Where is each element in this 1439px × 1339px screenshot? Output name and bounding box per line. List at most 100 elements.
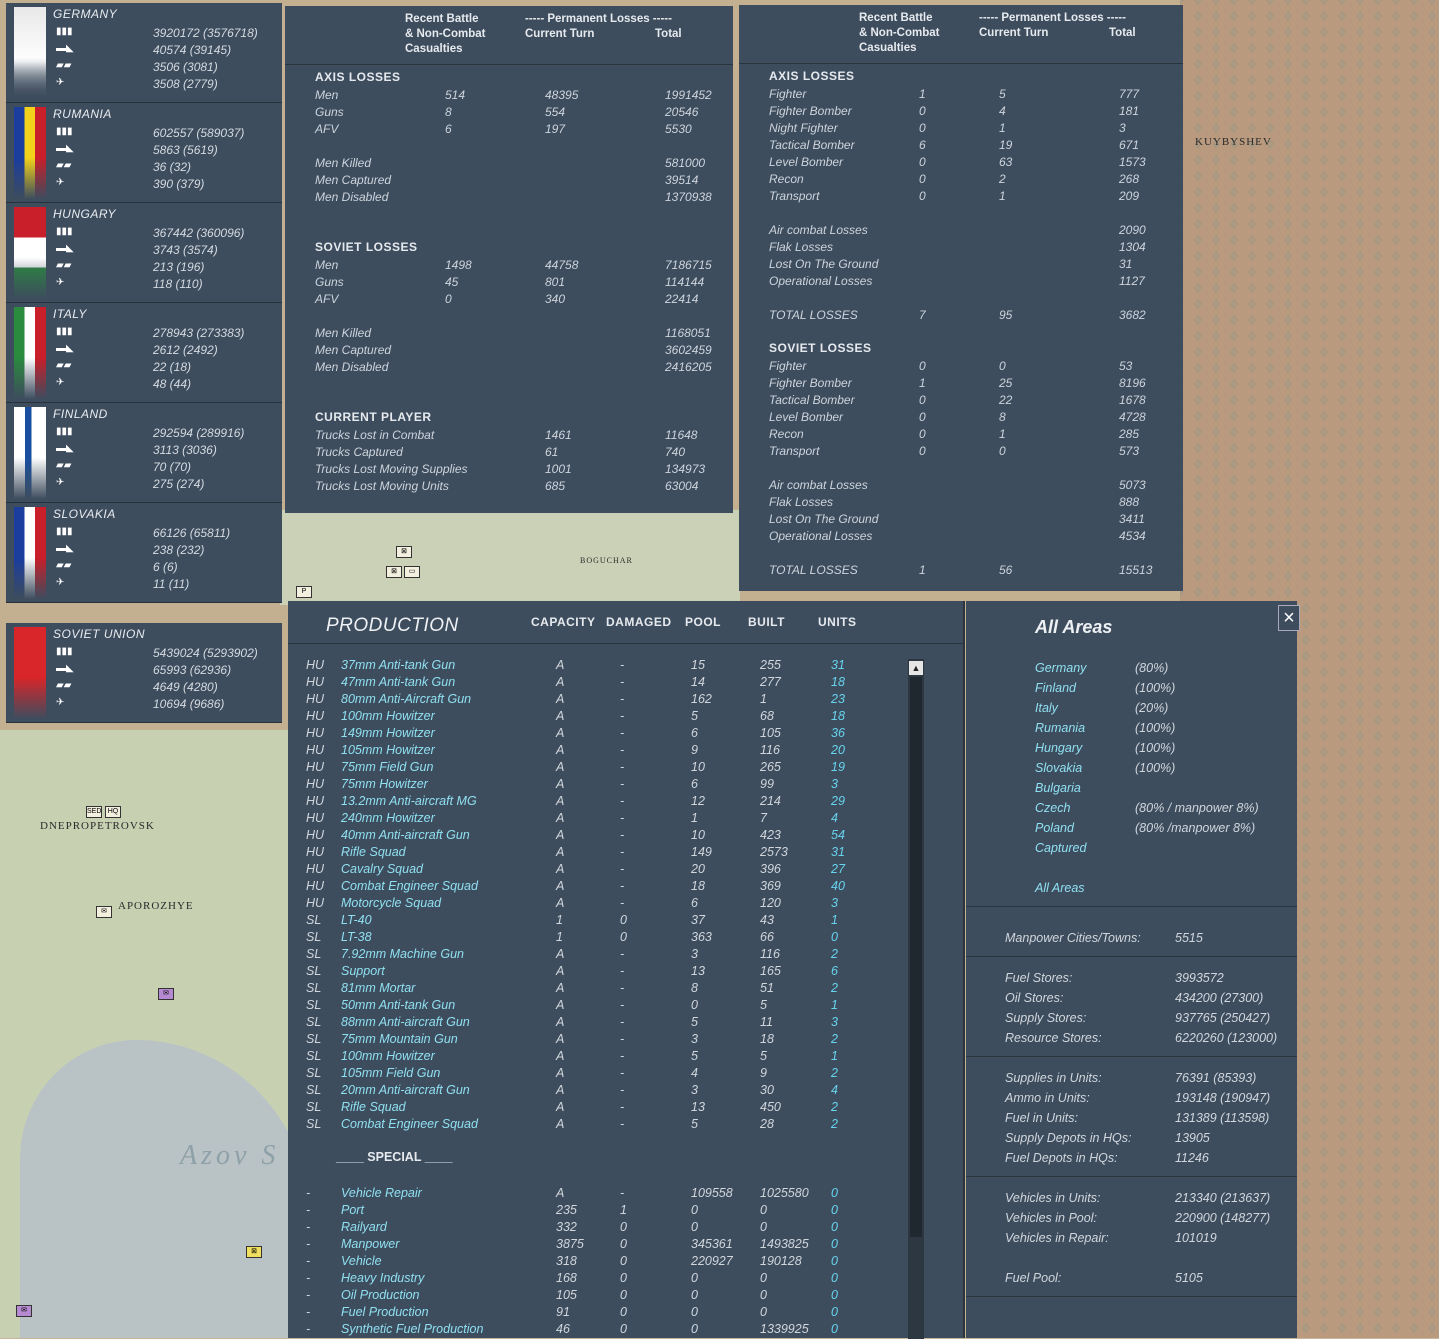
production-item-name[interactable]: 75mm Mountain Gun xyxy=(341,1032,458,1046)
production-row[interactable]: SL Support A - 13 165 6 xyxy=(288,964,888,981)
production-row[interactable]: SL 20mm Anti-aircraft Gun A - 3 30 4 xyxy=(288,1083,888,1100)
production-item-name[interactable]: 81mm Mortar xyxy=(341,981,415,995)
production-row[interactable]: HU 149mm Howitzer A - 6 105 36 xyxy=(288,726,888,743)
map-unit-counter[interactable]: ⊠ xyxy=(386,566,402,578)
production-item-name[interactable]: Heavy Industry xyxy=(341,1271,424,1285)
production-item-name[interactable]: 75mm Field Gun xyxy=(341,760,433,774)
production-row[interactable]: - Port 235 1 0 0 0 xyxy=(288,1203,888,1220)
production-item-name[interactable]: Rifle Squad xyxy=(341,845,406,859)
production-row[interactable]: HU 240mm Howitzer A - 1 7 4 xyxy=(288,811,888,828)
production-row[interactable]: HU Motorcycle Squad A - 6 120 3 xyxy=(288,896,888,913)
production-row[interactable]: HU 75mm Field Gun A - 10 265 19 xyxy=(288,760,888,777)
production-row[interactable]: - Manpower 3875 0 345361 1493825 0 xyxy=(288,1237,888,1254)
production-row[interactable]: SL Combat Engineer Squad A - 5 28 2 xyxy=(288,1117,888,1134)
production-row[interactable]: SL 100mm Howitzer A - 5 5 1 xyxy=(288,1049,888,1066)
production-item-name[interactable]: Support xyxy=(341,964,385,978)
area-name[interactable]: Italy xyxy=(1035,701,1058,715)
map-unit-counter[interactable]: ⊠ xyxy=(246,1246,262,1258)
production-row[interactable]: SL LT-38 1 0 363 66 0 xyxy=(288,930,888,947)
production-row[interactable]: HU 75mm Howitzer A - 6 99 3 xyxy=(288,777,888,794)
production-item-name[interactable]: 88mm Anti-aircraft Gun xyxy=(341,1015,470,1029)
production-item-name[interactable]: 40mm Anti-aircraft Gun xyxy=(341,828,470,842)
production-item-name[interactable]: 50mm Anti-tank Gun xyxy=(341,998,455,1012)
scroll-up-icon[interactable]: ▲ xyxy=(909,661,923,675)
production-row[interactable]: SL 50mm Anti-tank Gun A - 0 5 1 xyxy=(288,998,888,1015)
map-unit-counter[interactable]: ✉ xyxy=(158,988,174,1000)
production-item-name[interactable]: 75mm Howitzer xyxy=(341,777,428,791)
area-name[interactable]: Slovakia xyxy=(1035,761,1082,775)
production-item-name[interactable]: 105mm Field Gun xyxy=(341,1066,440,1080)
production-item-name[interactable]: Railyard xyxy=(341,1220,387,1234)
production-item-name[interactable]: 20mm Anti-aircraft Gun xyxy=(341,1083,470,1097)
production-item-name[interactable]: 105mm Howitzer xyxy=(341,743,435,757)
production-row[interactable]: - Railyard 332 0 0 0 0 xyxy=(288,1220,888,1237)
production-row[interactable]: - Heavy Industry 168 0 0 0 0 xyxy=(288,1271,888,1288)
production-row[interactable]: - Vehicle Repair A - 109558 1025580 0 xyxy=(288,1186,888,1203)
production-item-name[interactable]: 240mm Howitzer xyxy=(341,811,435,825)
production-row[interactable]: SL 105mm Field Gun A - 4 9 2 xyxy=(288,1066,888,1083)
production-row[interactable]: SL LT-40 1 0 37 43 1 xyxy=(288,913,888,930)
production-item-name[interactable]: 47mm Anti-tank Gun xyxy=(341,675,455,689)
production-item-name[interactable]: 37mm Anti-tank Gun xyxy=(341,658,455,672)
production-row[interactable]: - Fuel Production 91 0 0 0 0 xyxy=(288,1305,888,1322)
production-row[interactable]: SL 81mm Mortar A - 8 51 2 xyxy=(288,981,888,998)
production-item-name[interactable]: Rifle Squad xyxy=(341,1100,406,1114)
close-button[interactable]: × xyxy=(1278,605,1300,631)
production-item-name[interactable]: 13.2mm Anti-aircraft MG xyxy=(341,794,477,808)
production-item-name[interactable]: Motorcycle Squad xyxy=(341,896,441,910)
production-row[interactable]: HU 40mm Anti-aircraft Gun A - 10 423 54 xyxy=(288,828,888,845)
production-item-name[interactable]: 100mm Howitzer xyxy=(341,709,435,723)
country-panel: RUMANIA ▮▮▮ 602557 (589037) ▬◣ 5863 (5619) ▰▰… xyxy=(6,103,282,203)
production-row[interactable]: SL 7.92mm Machine Gun A - 3 116 2 xyxy=(288,947,888,964)
production-row[interactable]: HU 100mm Howitzer A - 5 68 18 xyxy=(288,709,888,726)
production-row[interactable]: - Synthetic Fuel Production 46 0 0 1339925 0 xyxy=(288,1322,888,1339)
production-row[interactable]: SL 88mm Anti-aircraft Gun A - 5 11 3 xyxy=(288,1015,888,1032)
area-name[interactable]: Finland xyxy=(1035,681,1076,695)
area-name[interactable]: Czech xyxy=(1035,801,1070,815)
production-row[interactable]: HU Cavalry Squad A - 20 396 27 xyxy=(288,862,888,879)
production-row[interactable]: HU 37mm Anti-tank Gun A - 15 255 31 xyxy=(288,658,888,675)
map-unit-counter[interactable]: HQ xyxy=(105,806,121,818)
production-row[interactable]: - Oil Production 105 0 0 0 0 xyxy=(288,1288,888,1305)
area-name[interactable]: Hungary xyxy=(1035,741,1082,755)
production-row[interactable]: SL Rifle Squad A - 13 450 2 xyxy=(288,1100,888,1117)
production-item-name[interactable]: Vehicle xyxy=(341,1254,382,1268)
production-item-name[interactable]: Cavalry Squad xyxy=(341,862,423,876)
production-row[interactable]: HU Combat Engineer Squad A - 18 369 40 xyxy=(288,879,888,896)
area-all-link[interactable]: All Areas xyxy=(1035,881,1085,895)
production-item-name[interactable]: Fuel Production xyxy=(341,1305,429,1319)
production-item-name[interactable]: 149mm Howitzer xyxy=(341,726,435,740)
map-unit-counter[interactable]: ✉ xyxy=(16,1305,32,1317)
area-name[interactable]: Poland xyxy=(1035,821,1074,835)
production-item-name[interactable]: Synthetic Fuel Production xyxy=(341,1322,483,1336)
map-unit-counter[interactable]: ✉ xyxy=(96,906,112,918)
map-unit-counter[interactable]: SED xyxy=(86,806,102,818)
scrollbar-thumb[interactable] xyxy=(910,677,922,1237)
production-item-name[interactable]: Manpower xyxy=(341,1237,399,1251)
production-item-name[interactable]: 100mm Howitzer xyxy=(341,1049,435,1063)
map-unit-counter[interactable]: ▭ xyxy=(404,566,420,578)
area-name[interactable]: Bulgaria xyxy=(1035,781,1081,795)
production-row[interactable]: HU 13.2mm Anti-aircraft MG A - 12 214 29 xyxy=(288,794,888,811)
production-item-name[interactable]: 80mm Anti-Aircraft Gun xyxy=(341,692,471,706)
production-scrollbar[interactable]: ▲ xyxy=(908,659,924,1339)
production-row[interactable]: HU 105mm Howitzer A - 9 116 20 xyxy=(288,743,888,760)
map-unit-counter[interactable]: ⊠ xyxy=(396,546,412,558)
production-item-name[interactable]: Oil Production xyxy=(341,1288,420,1302)
production-row[interactable]: SL 75mm Mountain Gun A - 3 18 2 xyxy=(288,1032,888,1049)
production-item-name[interactable]: 7.92mm Machine Gun xyxy=(341,947,464,961)
production-item-name[interactable]: LT-38 xyxy=(341,930,372,944)
production-row[interactable]: HU Rifle Squad A - 149 2573 31 xyxy=(288,845,888,862)
area-name[interactable]: Germany xyxy=(1035,661,1086,675)
production-item-name[interactable]: Combat Engineer Squad xyxy=(341,1117,478,1131)
production-item-name[interactable]: Port xyxy=(341,1203,364,1217)
production-item-name[interactable]: Vehicle Repair xyxy=(341,1186,422,1200)
area-name[interactable]: Captured xyxy=(1035,841,1086,855)
production-row[interactable]: - Vehicle 318 0 220927 190128 0 xyxy=(288,1254,888,1271)
production-item-name[interactable]: Combat Engineer Squad xyxy=(341,879,478,893)
production-row[interactable]: HU 47mm Anti-tank Gun A - 14 277 18 xyxy=(288,675,888,692)
area-name[interactable]: Rumania xyxy=(1035,721,1085,735)
production-item-name[interactable]: LT-40 xyxy=(341,913,372,927)
production-row[interactable]: HU 80mm Anti-Aircraft Gun A - 162 1 23 xyxy=(288,692,888,709)
map-unit-counter[interactable]: P xyxy=(296,586,312,598)
